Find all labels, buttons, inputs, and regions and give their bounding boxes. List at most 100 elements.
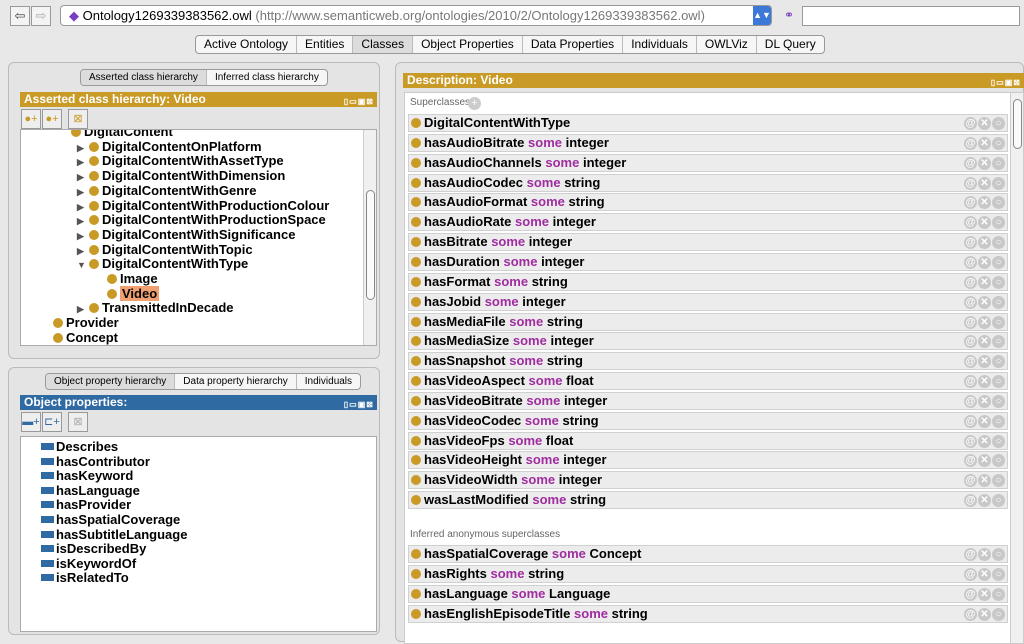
delete-icon[interactable]: ✕ [978,607,991,621]
delete-icon[interactable]: ✕ [978,474,991,488]
edit-icon[interactable]: ○ [992,394,1005,408]
superclass-row[interactable]: hasBitrate some integer @ ✕ ○ [408,233,1008,252]
delete-property-button[interactable]: ⊠ [68,412,88,432]
expand-arrow-icon[interactable]: ▼ [77,258,89,273]
tree-item[interactable]: ▶ DigitalContentWithTopic [77,242,253,257]
tree-item[interactable]: Video [95,285,160,301]
view-controls-icon[interactable]: ▯▭▣⊠ [344,397,374,412]
edit-icon[interactable]: ○ [992,196,1005,210]
tree-item[interactable]: ▶ DigitalContentWithDimension [77,168,285,183]
view-controls-icon[interactable]: ▯▭▣⊠ [991,75,1021,90]
tree-item[interactable]: ▶ DigitalContentWithGenre [77,183,256,198]
delete-icon[interactable]: ✕ [978,567,991,581]
tab-owlviz[interactable]: OWLViz [697,36,757,53]
tree-item[interactable]: Provider [41,315,119,330]
superclass-row[interactable]: hasAudioRate some integer @ ✕ ○ [408,213,1008,232]
subtab-inferred-class-hierarchy[interactable]: Inferred class hierarchy [207,70,327,85]
delete-icon[interactable]: ✕ [978,136,991,150]
annotate-icon[interactable]: @ [964,587,977,601]
edit-icon[interactable]: ○ [992,216,1005,230]
superclass-row[interactable]: hasVideoBitrate some integer @ ✕ ○ [408,391,1008,410]
ontology-selector[interactable]: ◆ Ontology1269339383562.owl (http://www.… [60,5,772,26]
delete-icon[interactable]: ✕ [978,355,991,369]
edit-icon[interactable]: ○ [992,156,1005,170]
delete-icon[interactable]: ✕ [978,315,991,329]
edit-icon[interactable]: ○ [992,275,1005,289]
superclass-row[interactable]: hasSpatialCoverage some Concept @ ✕ ○ [408,545,1008,563]
edit-icon[interactable]: ○ [992,494,1005,508]
tree-item[interactable]: ▶ DigitalContentWithAssetType [77,153,284,168]
tab-data-properties[interactable]: Data Properties [523,36,624,53]
annotate-icon[interactable]: @ [964,295,977,309]
superclass-row[interactable]: hasDuration some integer @ ✕ ○ [408,252,1008,271]
delete-class-button[interactable]: ⊠ [68,109,88,129]
tab-individuals[interactable]: Individuals [623,36,697,53]
superclass-row[interactable]: hasEnglishEpisodeTitle some string @ ✕ ○ [408,604,1008,623]
property-item[interactable]: Describes [41,439,118,454]
annotate-icon[interactable]: @ [964,494,977,508]
scrollbar[interactable] [1010,93,1023,643]
edit-icon[interactable]: ○ [992,315,1005,329]
delete-icon[interactable]: ✕ [978,335,991,349]
annotate-icon[interactable]: @ [964,394,977,408]
property-item[interactable]: hasSpatialCoverage [41,512,180,527]
tree-item[interactable]: ▶ DigitalContentOnPlatform [77,139,262,154]
delete-icon[interactable]: ✕ [978,587,991,601]
tab-entities[interactable]: Entities [297,36,354,53]
scrollbar[interactable] [363,130,376,345]
edit-icon[interactable]: ○ [992,375,1005,389]
annotate-icon[interactable]: @ [964,454,977,468]
tree-item[interactable]: Concept [41,330,118,345]
annotate-icon[interactable]: @ [964,176,977,190]
superclass-row[interactable]: hasVideoAspect some float @ ✕ ○ [408,372,1008,391]
property-item[interactable]: hasLanguage [41,483,140,498]
delete-icon[interactable]: ✕ [978,394,991,408]
back-button[interactable]: ⇦ [10,6,30,26]
annotate-icon[interactable]: @ [964,216,977,230]
edit-icon[interactable]: ○ [992,236,1005,250]
delete-icon[interactable]: ✕ [978,236,991,250]
annotate-icon[interactable]: @ [964,335,977,349]
edit-icon[interactable]: ○ [992,255,1005,269]
edit-icon[interactable]: ○ [992,607,1005,621]
superclass-row[interactable]: hasSnapshot some string @ ✕ ○ [408,352,1008,371]
annotate-icon[interactable]: @ [964,236,977,250]
subtab-asserted-class-hierarchy[interactable]: Asserted class hierarchy [81,70,207,85]
superclass-row[interactable]: DigitalContentWithType @ ✕ ○ [408,114,1008,132]
superclass-row[interactable]: hasJobid some integer @ ✕ ○ [408,292,1008,311]
property-item[interactable]: hasKeyword [41,468,133,483]
subtab-object-property-hierarchy[interactable]: Object property hierarchy [46,374,176,389]
delete-icon[interactable]: ✕ [978,375,991,389]
superclass-row[interactable]: hasAudioChannels some integer @ ✕ ○ [408,153,1008,172]
property-item[interactable]: hasProvider [41,497,131,512]
superclass-row[interactable]: hasRights some string @ ✕ ○ [408,564,1008,583]
delete-icon[interactable]: ✕ [978,176,991,190]
edit-icon[interactable]: ○ [992,474,1005,488]
superclass-row[interactable]: hasAudioBitrate some integer @ ✕ ○ [408,133,1008,152]
subtab-individuals[interactable]: Individuals [297,374,360,389]
property-item[interactable]: isRelatedTo [41,570,129,585]
delete-icon[interactable]: ✕ [978,548,991,561]
tree-item[interactable]: ▶ DigitalContentWithProductionColour [77,198,329,213]
delete-icon[interactable]: ✕ [978,196,991,210]
tree-item[interactable]: ▶ DigitalContentWithSignificance [77,227,295,242]
annotate-icon[interactable]: @ [964,315,977,329]
annotate-icon[interactable]: @ [964,156,977,170]
add-sibling-button[interactable]: ●+ [42,109,62,129]
edit-icon[interactable]: ○ [992,548,1005,561]
annotate-icon[interactable]: @ [964,136,977,150]
search-input[interactable] [802,6,1020,26]
edit-icon[interactable]: ○ [992,176,1005,190]
delete-icon[interactable]: ✕ [978,275,991,289]
superclass-row[interactable]: hasVideoWidth some integer @ ✕ ○ [408,471,1008,490]
edit-icon[interactable]: ○ [992,454,1005,468]
forward-button[interactable]: ⇨ [31,6,51,26]
annotate-icon[interactable]: @ [964,255,977,269]
annotate-icon[interactable]: @ [964,567,977,581]
annotate-icon[interactable]: @ [964,196,977,210]
delete-icon[interactable]: ✕ [978,156,991,170]
edit-icon[interactable]: ○ [992,434,1005,448]
property-item[interactable]: hasContributor [41,454,150,469]
delete-icon[interactable]: ✕ [978,454,991,468]
tree-item[interactable]: Image [95,271,158,286]
